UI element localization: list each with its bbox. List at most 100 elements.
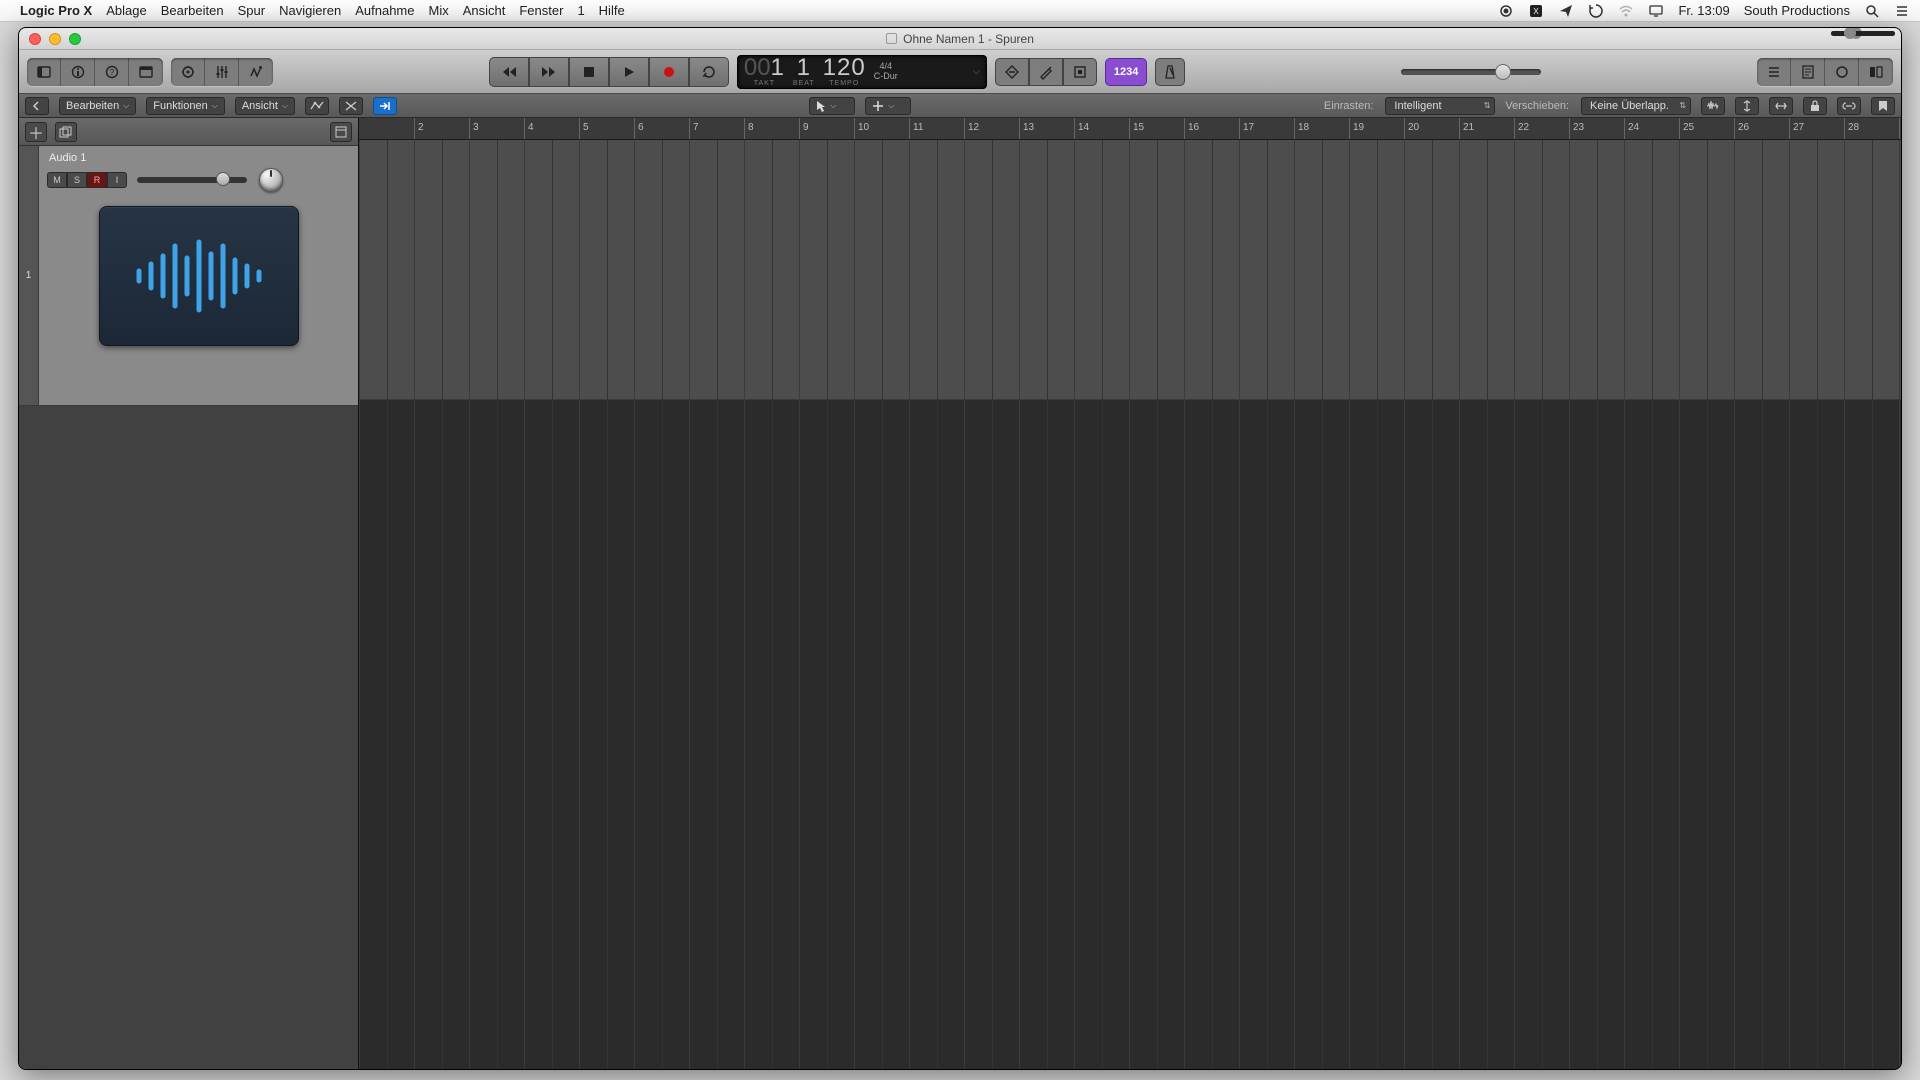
inspector-button[interactable] (61, 58, 95, 86)
toolbar-button[interactable] (129, 58, 163, 86)
lock-icon[interactable] (1803, 97, 1827, 115)
link-icon[interactable] (1837, 97, 1861, 115)
smart-controls-button[interactable] (171, 58, 205, 86)
document-proxy-icon[interactable] (886, 33, 897, 44)
gridline-beat (1762, 140, 1763, 1069)
track-pan-knob[interactable] (259, 168, 283, 192)
horizontal-zoom-slider[interactable] (1831, 31, 1895, 36)
menu-mix[interactable]: Mix (429, 3, 449, 18)
ruler-tick: 6 (634, 118, 644, 139)
input-monitor-button[interactable]: I (107, 172, 127, 188)
spotlight-icon[interactable] (1864, 3, 1880, 19)
forward-button[interactable] (529, 57, 569, 87)
mute-button[interactable]: M (47, 172, 67, 188)
stop-button[interactable] (569, 57, 609, 87)
edit-menu[interactable]: Bearbeiten⌵ (59, 97, 136, 115)
ruler-tick: 12 (964, 118, 979, 139)
arrange-grid[interactable] (359, 140, 1901, 1069)
gridline-bar (744, 140, 745, 1069)
menu-spur[interactable]: Spur (238, 3, 265, 18)
lcd-dropdown-icon[interactable]: ⌵ (973, 66, 980, 77)
status-sync-icon[interactable] (1588, 3, 1604, 19)
track-name[interactable]: Audio 1 (49, 152, 350, 164)
menu-navigieren[interactable]: Navigieren (279, 3, 341, 18)
menu-ablage[interactable]: Ablage (106, 3, 146, 18)
quickhelp-button[interactable]: ? (95, 58, 129, 86)
menubar-user[interactable]: South Productions (1744, 3, 1850, 18)
updown-icon: ⇅ (1679, 101, 1686, 110)
bar-ruler[interactable]: 2345678910111213141516171819202122232425… (359, 118, 1901, 140)
menu-1[interactable]: 1 (577, 3, 584, 18)
gridline-beat (552, 140, 553, 1069)
gridline-bar (524, 140, 525, 1069)
catch-playhead-button[interactable] (373, 97, 397, 115)
replace-mode-button[interactable] (995, 58, 1029, 86)
track-row[interactable]: 1 Audio 1 M S R I (19, 146, 358, 406)
menu-ansicht[interactable]: Ansicht (463, 3, 506, 18)
master-volume-thumb[interactable] (1495, 64, 1511, 80)
library-button[interactable] (27, 58, 61, 86)
track-volume-fader[interactable] (137, 177, 247, 183)
automation-button[interactable] (305, 97, 329, 115)
status-display-icon[interactable] (1648, 3, 1664, 19)
mixer-button[interactable] (205, 58, 239, 86)
gridline-bar (1074, 140, 1075, 1069)
record-button[interactable] (649, 57, 689, 87)
editors-button[interactable] (239, 58, 273, 86)
app-menu[interactable]: Logic Pro X (20, 3, 92, 18)
flex-button[interactable] (339, 97, 363, 115)
menu-aufnahme[interactable]: Aufnahme (355, 3, 414, 18)
lowlatency-button[interactable] (1063, 58, 1097, 86)
play-button[interactable] (609, 57, 649, 87)
smart-controls-buttons (171, 58, 273, 86)
menubar-list-icon[interactable] (1894, 3, 1910, 19)
cycle-button[interactable] (689, 57, 729, 87)
list-editors-button[interactable] (1757, 58, 1791, 86)
back-button[interactable] (25, 97, 49, 115)
record-enable-button[interactable]: R (87, 172, 107, 188)
status-location-icon[interactable] (1558, 3, 1574, 19)
view-menu[interactable]: Ansicht⌵ (235, 97, 295, 115)
autopunch-button[interactable] (1029, 58, 1063, 86)
status-app-icon[interactable]: X (1528, 3, 1544, 19)
snap-select[interactable]: Intelligent⇅ (1385, 97, 1495, 115)
add-track-button[interactable]: ＋ (25, 122, 47, 142)
gridline-beat (1542, 140, 1543, 1069)
media-browser-button[interactable] (1859, 58, 1893, 86)
menu-hilfe[interactable]: Hilfe (599, 3, 625, 18)
rewind-button[interactable] (489, 57, 529, 87)
track-lane[interactable] (359, 140, 1901, 400)
gridline-bar (964, 140, 965, 1069)
move-label: Verschieben: (1505, 100, 1569, 112)
loop-browser-button[interactable] (1825, 58, 1859, 86)
ruler-tick: 13 (1019, 118, 1034, 139)
gridline-beat (1322, 140, 1323, 1069)
chevron-down-icon: ⌵ (212, 101, 218, 111)
move-select[interactable]: Keine Überlapp.⇅ (1581, 97, 1691, 115)
track-icon[interactable] (99, 206, 299, 346)
menu-bearbeiten[interactable]: Bearbeiten (161, 3, 224, 18)
duplicate-track-button[interactable] (55, 122, 77, 142)
metronome-button[interactable] (1155, 58, 1185, 86)
master-volume-slider[interactable] (1401, 69, 1541, 75)
status-wifi-icon[interactable] (1618, 3, 1634, 19)
vertical-autozoom-button[interactable] (1735, 97, 1759, 115)
track-index: 1 (19, 146, 39, 405)
solo-button[interactable]: S (67, 172, 87, 188)
gridline-bar (469, 140, 470, 1069)
waveform-zoom-button[interactable] (1701, 97, 1725, 115)
lcd-display[interactable]: 001 TAKT 1 BEAT 120 TEMPO 4/4 C-Dur ⌵ (737, 55, 987, 89)
status-record-icon[interactable] (1498, 3, 1514, 19)
marker-icon[interactable] (1871, 97, 1895, 115)
count-in-button[interactable]: 1234 (1105, 58, 1147, 86)
global-tracks-button[interactable] (330, 122, 352, 142)
pointer-tool[interactable]: ⌵ (809, 97, 855, 115)
alt-tool[interactable]: ⌵ (865, 97, 911, 115)
gridline-bar (1899, 140, 1900, 1069)
gridline-beat (1872, 140, 1873, 1069)
menubar-clock[interactable]: Fr. 13:09 (1678, 3, 1729, 18)
notepad-button[interactable] (1791, 58, 1825, 86)
functions-menu[interactable]: Funktionen⌵ (146, 97, 225, 115)
menu-fenster[interactable]: Fenster (519, 3, 563, 18)
horizontal-autozoom-button[interactable] (1769, 97, 1793, 115)
